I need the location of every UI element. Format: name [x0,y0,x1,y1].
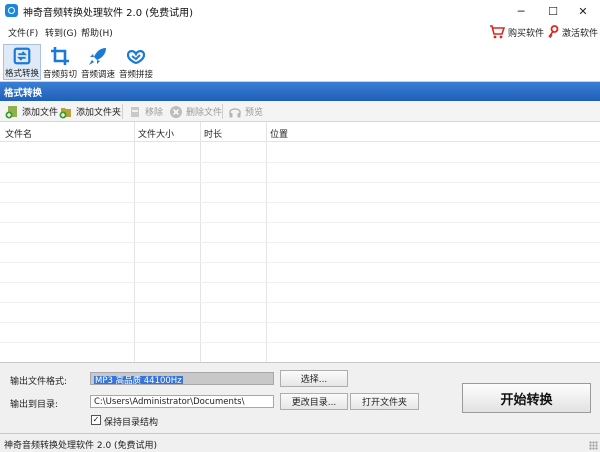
delete-file-label: 删除文件 [186,108,223,118]
toolbar-separator [222,104,223,119]
add-folder-icon [59,107,71,118]
file-table[interactable]: 文件名 文件大小 时长 位置 [0,122,600,363]
row-gridline [0,202,600,203]
tool-label: 格式转换 [4,69,39,79]
window-title: 神奇音频转换处理软件 2.0 (免费试用) [23,8,194,19]
add-file-icon [5,105,17,118]
keep-structure-label: 保持目录结构 [104,418,159,428]
activate-software-label: 激活软件 [562,28,599,39]
key-icon [548,25,559,39]
delete-file-button[interactable]: 删除文件 [169,103,222,120]
headphones-icon [229,107,241,117]
output-format-label: 输出文件格式: [10,377,68,387]
row-gridline [0,322,600,323]
tool-label: 音频调速 [80,70,115,80]
column-header-filename[interactable]: 文件名 [5,127,32,140]
output-format-field[interactable]: MP3 高品质 44100Hz [90,372,274,385]
output-dir-value: C:\Users\Administrator\Documents\ [94,397,245,407]
maximize-button[interactable]: ☐ [536,0,570,22]
column-header-size[interactable]: 文件大小 [138,127,174,140]
column-header-duration[interactable]: 时长 [204,127,222,140]
menu-goto[interactable]: 转到(G) [45,26,77,39]
toolbar-separator [122,104,123,119]
tool-format-convert[interactable]: 格式转换 [3,44,41,80]
remove-icon [131,106,139,117]
main-toolbar: 格式转换 音频剪切 音频调速 音频拼接 [0,42,600,82]
section-header: 格式转换 [0,82,600,101]
buy-software-link[interactable]: 购买软件 [489,24,544,40]
row-gridline [0,262,600,263]
preview-button[interactable]: 预览 [228,103,263,120]
resize-grip[interactable] [589,441,598,450]
cart-icon [490,25,505,39]
choose-format-button[interactable]: 选择... [280,370,348,387]
activate-software-link[interactable]: 激活软件 [547,24,598,40]
start-convert-button[interactable]: 开始转换 [462,383,591,413]
app-logo-icon [5,4,18,17]
output-dir-label: 输出到目录: [10,400,59,410]
remove-label: 移除 [145,108,164,118]
menu-help[interactable]: 帮助(H) [81,26,113,39]
join-icon [126,50,146,65]
minimize-button[interactable]: ─ [504,0,538,22]
row-gridline [0,182,600,183]
row-gridline [0,342,600,343]
delete-icon [170,105,182,118]
crop-icon [51,47,69,65]
rocket-icon [89,48,106,65]
title-bar: 神奇音频转换处理软件 2.0 (免费试用) ─ ☐ ✕ [0,0,600,22]
action-bar: 添加文件 添加文件夹 移除 删除文件 预览 [0,101,600,122]
preview-label: 预览 [245,108,264,118]
close-button[interactable]: ✕ [566,0,600,22]
output-format-value: MP3 高品质 44100Hz [94,376,183,385]
menu-bar: 文件(F) 转到(G) 帮助(H) 购买软件 激活软件 [0,22,600,42]
column-header-location[interactable]: 位置 [270,127,288,140]
output-dir-field[interactable]: C:\Users\Administrator\Documents\ [90,395,274,408]
tool-audio-join[interactable]: 音频拼接 [117,44,155,80]
tool-audio-cut[interactable]: 音频剪切 [41,44,79,80]
keep-structure-checkbox[interactable]: ✓ [91,415,101,425]
add-folder-label: 添加文件夹 [76,108,122,118]
row-gridline [0,222,600,223]
output-panel: 输出文件格式: MP3 高品质 44100Hz 选择... 输出到目录: C:\… [0,363,600,433]
convert-icon [13,47,31,65]
buy-software-label: 购买软件 [508,28,545,39]
tool-label: 音频拼接 [118,70,153,80]
menu-file[interactable]: 文件(F) [8,26,38,39]
open-folder-button[interactable]: 打开文件夹 [350,393,419,410]
remove-button[interactable]: 移除 [128,103,163,120]
row-gridline [0,282,600,283]
tool-label: 音频剪切 [42,70,77,80]
table-header: 文件名 文件大小 时长 位置 [0,122,600,142]
row-gridline [0,242,600,243]
status-bar: 神奇音频转换处理软件 2.0 (免费试用) [0,433,600,452]
add-file-button[interactable]: 添加文件 [5,103,58,120]
tool-audio-speed[interactable]: 音频调速 [79,44,117,80]
add-file-label: 添加文件 [22,108,59,118]
add-folder-button[interactable]: 添加文件夹 [59,103,121,120]
status-text: 神奇音频转换处理软件 2.0 (免费试用) [4,441,158,451]
row-gridline [0,162,600,163]
row-gridline [0,302,600,303]
change-dir-button[interactable]: 更改目录... [280,393,348,410]
